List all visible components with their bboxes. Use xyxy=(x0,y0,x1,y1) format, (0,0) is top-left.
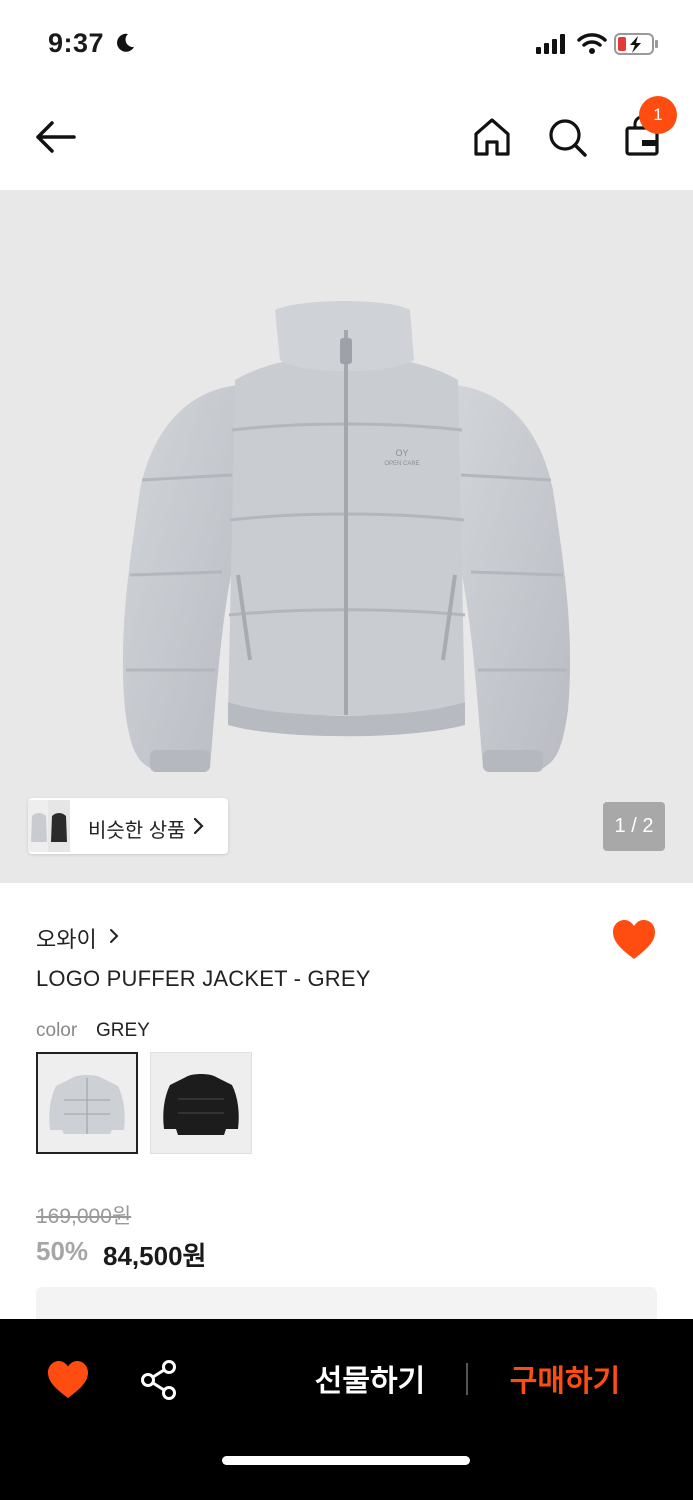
cart-count-badge: 1 xyxy=(639,96,677,134)
image-page-indicator: 1 / 2 xyxy=(603,802,665,851)
bottom-wishlist-button[interactable] xyxy=(46,1359,90,1401)
product-image-carousel[interactable]: OY OPEN CARE 비슷한 상품 1 / 2 xyxy=(0,190,693,883)
search-button[interactable] xyxy=(545,114,589,160)
wifi-icon xyxy=(577,32,607,59)
original-price: 169,000원 xyxy=(36,1205,132,1228)
svg-text:OY: OY xyxy=(395,448,408,458)
buy-button[interactable]: 구매하기 xyxy=(490,1359,640,1405)
product-image: OY OPEN CARE xyxy=(122,301,571,772)
bottom-action-bar: 선물하기 구매하기 xyxy=(0,1319,693,1500)
heart-icon xyxy=(48,1361,88,1398)
product-name: LOGO PUFFER JACKET - GREY xyxy=(36,966,371,991)
divider xyxy=(466,1363,468,1395)
status-bar: 9:37 xyxy=(0,0,693,88)
heart-icon xyxy=(613,920,655,959)
color-swatch-black[interactable] xyxy=(150,1052,252,1154)
moon-icon xyxy=(114,32,136,59)
similar-products-button[interactable]: 비슷한 상품 xyxy=(28,798,228,854)
share-button[interactable] xyxy=(138,1359,180,1401)
selected-color-value: GREY xyxy=(96,1020,150,1041)
top-nav-bar xyxy=(0,88,693,190)
similar-products-thumbnails xyxy=(28,798,90,854)
chevron-right-icon xyxy=(108,927,120,950)
wishlist-button[interactable] xyxy=(611,918,657,962)
sale-price: 84,500원 xyxy=(103,1241,207,1271)
status-time: 9:37 xyxy=(48,28,105,58)
svg-text:OPEN CARE: OPEN CARE xyxy=(384,461,419,467)
similar-products-label: 비슷한 상품 xyxy=(88,820,186,842)
back-arrow-icon xyxy=(36,121,76,153)
brand-link[interactable]: 오와이 xyxy=(36,922,97,954)
color-label: color xyxy=(36,1020,78,1041)
home-button[interactable] xyxy=(470,114,514,160)
share-icon xyxy=(141,1360,176,1400)
gift-button[interactable]: 선물하기 xyxy=(290,1359,450,1405)
battery-icon xyxy=(614,32,660,61)
discount-rate: 50% xyxy=(36,1236,89,1266)
signal-icon xyxy=(536,34,568,59)
color-swatch-grey[interactable] xyxy=(36,1052,138,1154)
back-button[interactable] xyxy=(30,114,82,160)
search-icon xyxy=(549,119,587,157)
home-icon xyxy=(474,118,510,156)
home-indicator xyxy=(222,1456,470,1465)
